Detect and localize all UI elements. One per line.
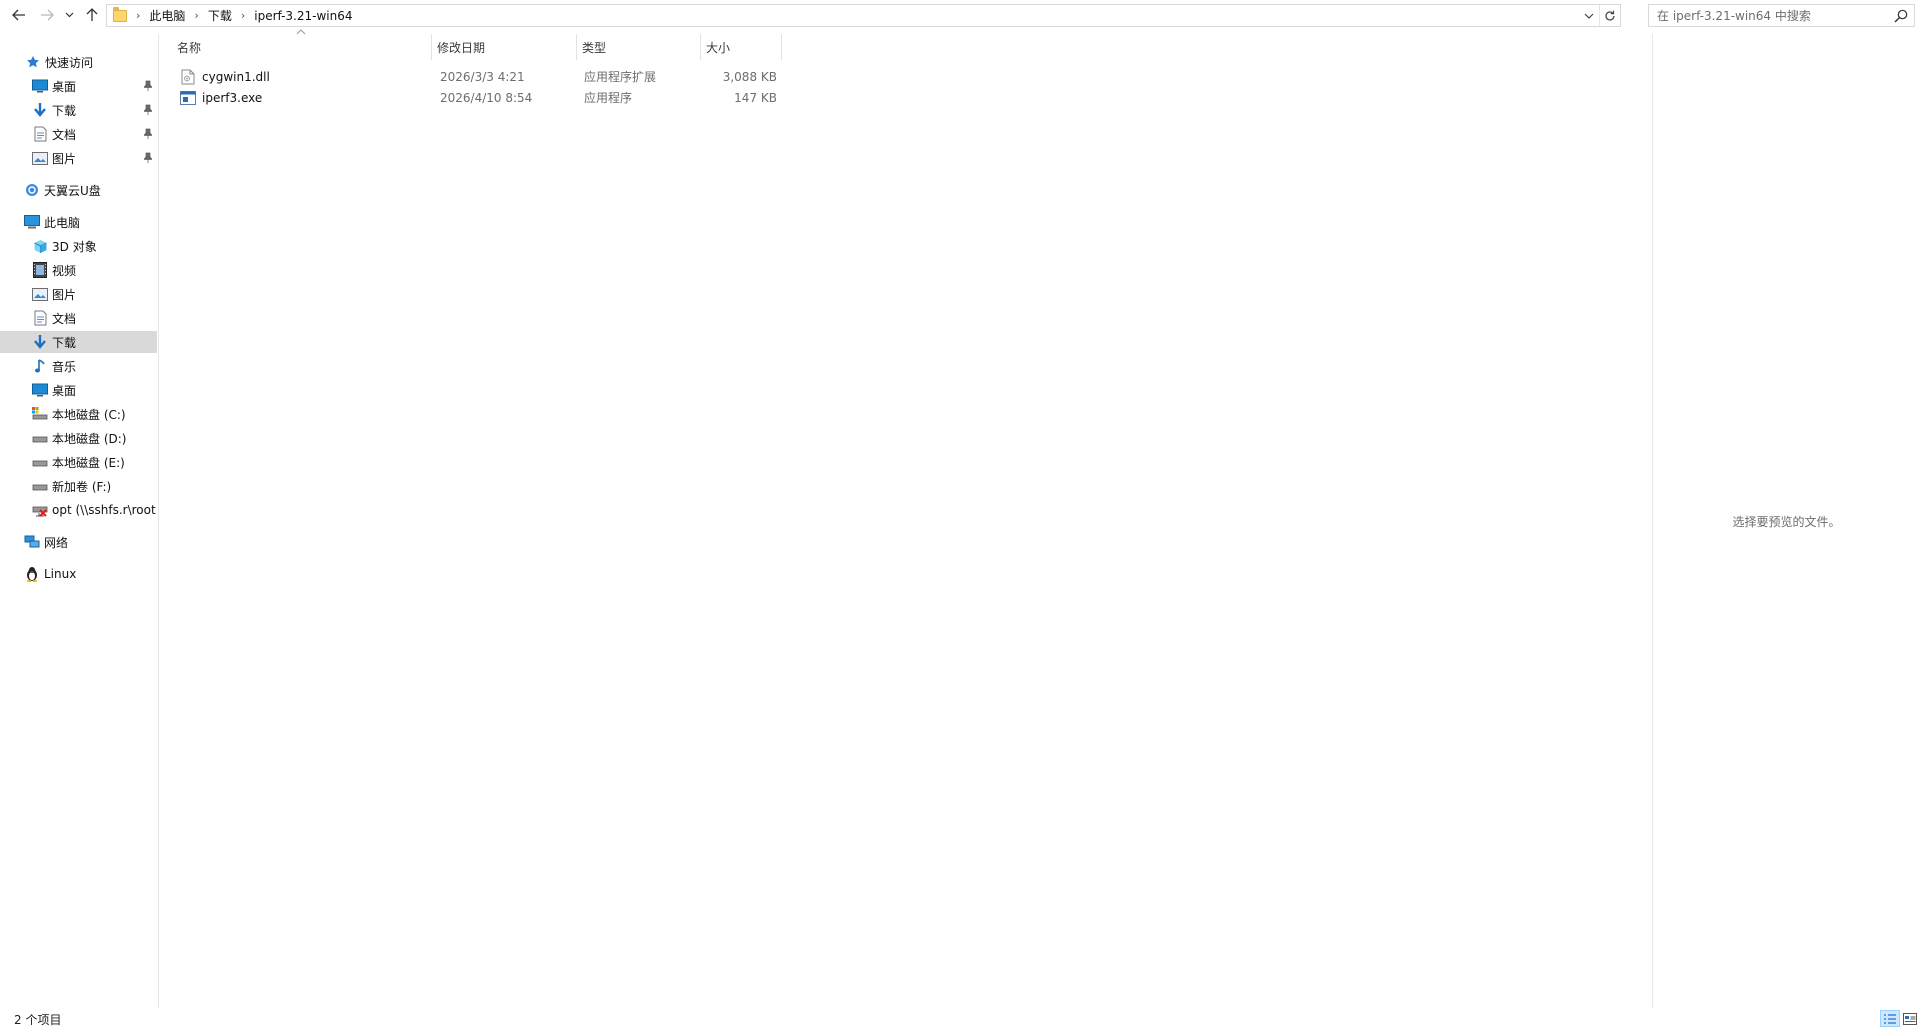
picture-icon — [32, 286, 48, 302]
breadcrumb-downloads[interactable]: 下载 — [208, 7, 232, 24]
disconnected-network-drive-icon — [32, 502, 48, 518]
details-view-icon — [1884, 1013, 1896, 1024]
music-note-icon — [32, 358, 48, 374]
nav-qa-downloads[interactable]: 下载 — [0, 99, 157, 121]
nav-this-pc[interactable]: 此电脑 — [0, 211, 157, 233]
nav-qa-pictures[interactable]: 图片 — [0, 147, 157, 169]
column-header-date-modified[interactable]: 修改日期 — [432, 34, 577, 60]
status-bar: 2 个项目 — [0, 1008, 1920, 1028]
address-bar[interactable]: › 此电脑 › 下载 › iperf-3.21-win64 — [106, 4, 1621, 27]
large-icons-view-icon — [1903, 1012, 1917, 1025]
nav-documents[interactable]: 文档 — [0, 307, 157, 329]
file-row[interactable]: iperf3.exe 2026/4/10 8:54 应用程序 147 KB — [172, 88, 782, 108]
hard-drive-icon — [32, 478, 48, 494]
cube-3d-icon — [32, 238, 48, 254]
search-icon[interactable] — [1893, 8, 1909, 24]
search-input[interactable] — [1657, 5, 1892, 26]
chevron-down-icon — [65, 12, 73, 18]
column-header-name[interactable]: 名称 — [172, 34, 432, 60]
item-count: 2 个项目 — [14, 1013, 62, 1027]
preview-pane: 选择要预览的文件。 — [1653, 34, 1920, 1008]
video-icon — [32, 262, 48, 278]
nav-desktop[interactable]: 桌面 — [0, 379, 157, 401]
hard-drive-icon — [32, 454, 48, 470]
recent-locations-button[interactable] — [62, 4, 76, 26]
download-arrow-icon — [32, 334, 48, 350]
address-dropdown-button[interactable] — [1580, 5, 1598, 26]
search-box[interactable] — [1648, 4, 1915, 27]
network-icon — [24, 534, 40, 550]
pin-icon[interactable] — [143, 152, 153, 164]
cloud-drive-icon — [24, 182, 40, 198]
nav-drive-f[interactable]: 新加卷 (F:) — [0, 475, 157, 497]
pin-icon[interactable] — [143, 128, 153, 140]
nav-music[interactable]: 音乐 — [0, 355, 157, 377]
column-header-type[interactable]: 类型 — [577, 34, 701, 60]
nav-videos[interactable]: 视频 — [0, 259, 157, 281]
system-drive-icon — [32, 406, 48, 422]
exe-file-icon — [180, 90, 196, 106]
desktop-icon — [32, 78, 48, 94]
up-button[interactable] — [82, 4, 102, 26]
nav-downloads[interactable]: 下载 — [0, 331, 157, 353]
linux-penguin-icon — [24, 566, 40, 582]
nav-network-drive-opt[interactable]: opt (\\sshfs.r\root — [0, 499, 157, 521]
folder-icon — [113, 6, 127, 22]
nav-qa-documents[interactable]: 文档 — [0, 123, 157, 145]
refresh-button[interactable] — [1599, 5, 1619, 26]
nav-network[interactable]: 网络 — [0, 531, 157, 553]
file-row[interactable]: cygwin1.dll 2026/3/3 4:21 应用程序扩展 3,088 K… — [172, 67, 782, 87]
breadcrumb-separator: › — [194, 9, 199, 22]
navigation-pane: 快速访问 桌面 下载 文档 图片 天翼云U盘 此电脑 3D 对象 视频 图片 文… — [0, 40, 157, 1008]
picture-icon — [32, 150, 48, 166]
computer-icon — [24, 214, 40, 230]
file-type: 应用程序扩展 — [584, 70, 657, 84]
nav-drive-e[interactable]: 本地磁盘 (E:) — [0, 451, 157, 473]
breadcrumb-separator: › — [136, 9, 141, 22]
arrow-right-icon — [41, 9, 54, 21]
nav-quick-access[interactable]: 快速访问 — [0, 51, 157, 73]
file-date: 2026/3/3 4:21 — [440, 70, 525, 84]
nav-pictures[interactable]: 图片 — [0, 283, 157, 305]
address-toolbar: › 此电脑 › 下载 › iperf-3.21-win64 — [0, 0, 1920, 30]
column-header-size[interactable]: 大小 — [701, 34, 782, 60]
pin-icon[interactable] — [143, 104, 153, 116]
file-type: 应用程序 — [584, 91, 633, 105]
breadcrumb-separator: › — [240, 9, 246, 22]
nav-drive-d[interactable]: 本地磁盘 (D:) — [0, 427, 157, 449]
details-view-button[interactable] — [1880, 1010, 1900, 1027]
file-size: 147 KB — [734, 91, 777, 105]
file-name: cygwin1.dll — [202, 70, 270, 84]
nav-drive-c[interactable]: 本地磁盘 (C:) — [0, 403, 157, 425]
star-icon — [25, 54, 41, 70]
file-size: 3,088 KB — [722, 70, 777, 84]
forward-button[interactable] — [37, 4, 57, 26]
file-list: 名称 修改日期 类型 大小 cygwin1.dll 2026/3/3 4:21 … — [172, 29, 1652, 1008]
file-name: iperf3.exe — [202, 91, 263, 105]
nav-cloud-drive[interactable]: 天翼云U盘 — [0, 179, 157, 201]
preview-message: 选择要预览的文件。 — [1732, 514, 1841, 529]
nav-linux[interactable]: Linux — [0, 563, 157, 585]
nav-3d-objects[interactable]: 3D 对象 — [0, 235, 157, 257]
nav-qa-desktop[interactable]: 桌面 — [0, 75, 157, 97]
file-date: 2026/4/10 8:54 — [440, 91, 533, 105]
arrow-up-icon — [86, 8, 98, 21]
breadcrumb-this-pc[interactable]: 此电脑 — [149, 7, 185, 24]
breadcrumb-current-folder[interactable]: iperf-3.21-win64 — [254, 9, 352, 23]
back-button[interactable] — [9, 4, 29, 26]
hard-drive-icon — [32, 430, 48, 446]
desktop-icon — [32, 382, 48, 398]
document-icon — [32, 310, 48, 326]
refresh-icon — [1604, 10, 1615, 21]
document-icon — [32, 126, 48, 142]
large-icons-view-button[interactable] — [1900, 1010, 1920, 1027]
download-arrow-icon — [32, 102, 48, 118]
dll-file-icon — [180, 69, 196, 85]
navigation-pane-splitter[interactable] — [158, 34, 159, 1008]
chevron-down-icon — [1584, 13, 1594, 19]
pin-icon[interactable] — [143, 80, 153, 92]
arrow-left-icon — [12, 9, 25, 21]
